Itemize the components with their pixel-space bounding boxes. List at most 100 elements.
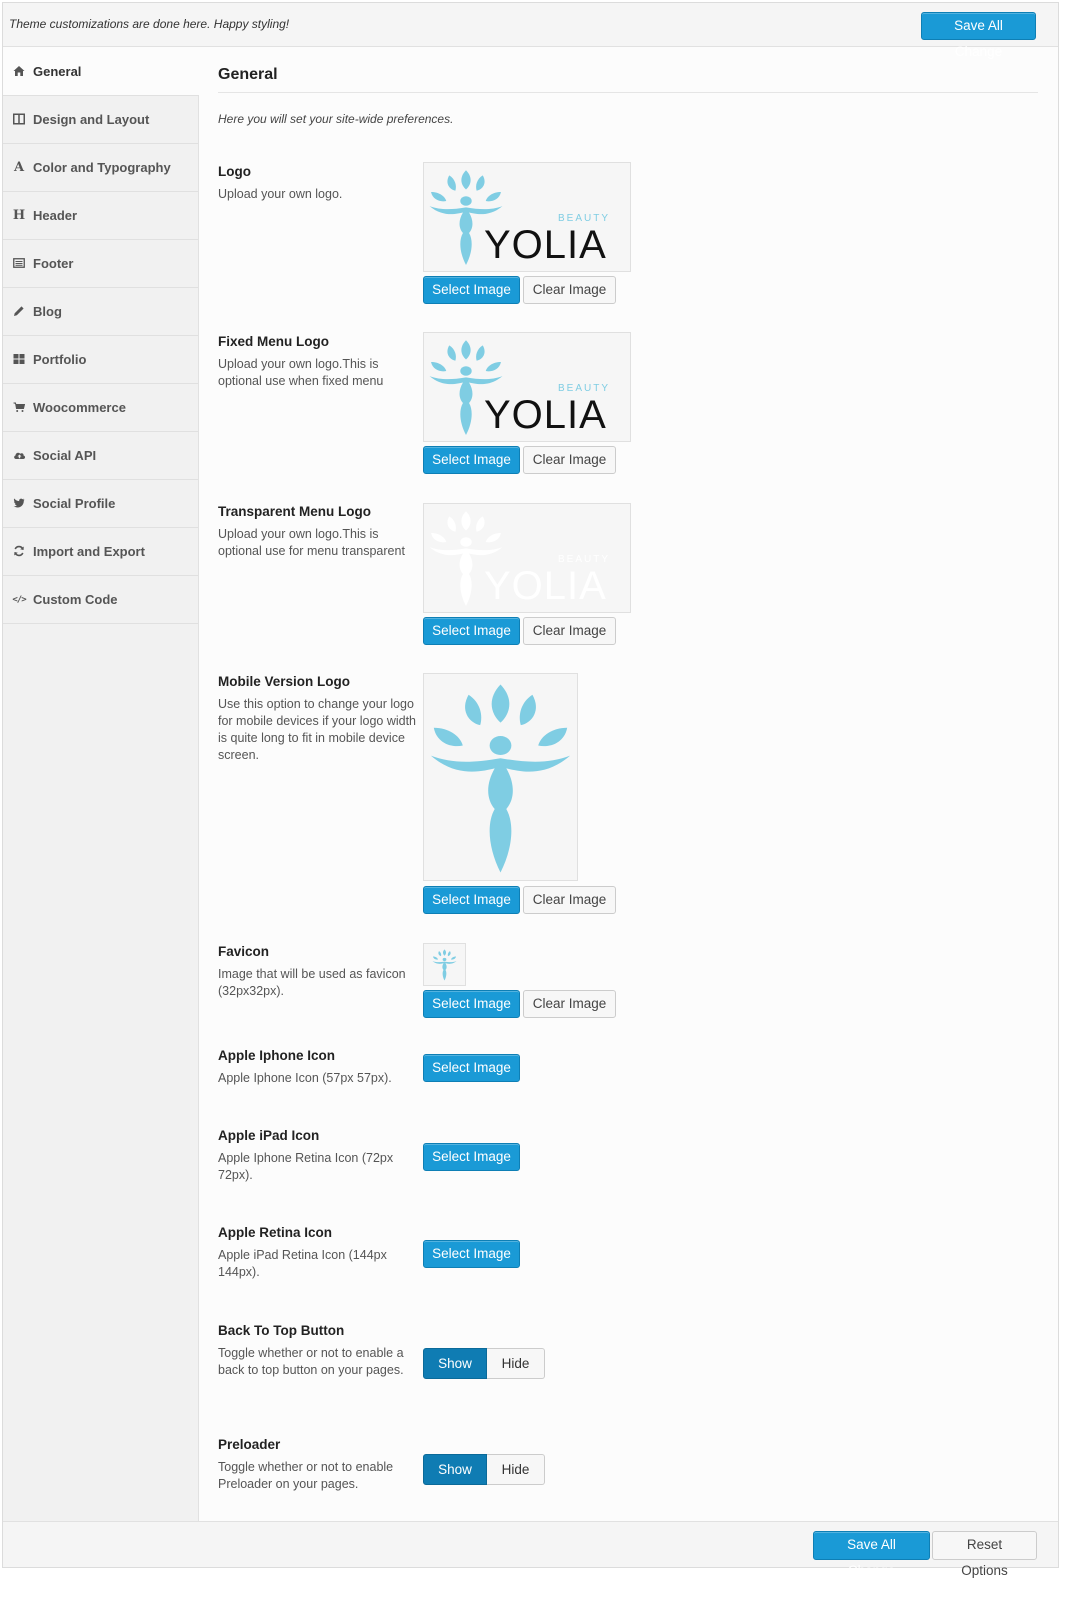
save-all-button-bottom[interactable]: Save All Change [813,1531,930,1578]
title-divider [218,92,1038,93]
option-apple-ipad-icon: Apple iPad Icon Apple Iphone Retina Icon… [218,1128,418,1184]
option-back-to-top: Back To Top Button Toggle whether or not… [218,1323,418,1379]
option-mobile-logo: Mobile Version Logo Use this option to c… [218,674,418,764]
sidebar-item-social-api[interactable]: Social API [3,432,198,480]
retina-icon-controls: Select Image [423,1240,520,1268]
clear-image-button[interactable]: Clear Image [523,446,616,474]
grid-icon [12,353,26,367]
fixed-logo-preview: BEAUTY YOLIA [423,332,631,442]
sidebar-item-import-export[interactable]: Import and Export [3,528,198,576]
fixed-logo-controls: Select Image Clear Image [423,446,616,474]
option-title: Fixed Menu Logo [218,334,329,349]
sidebar-item-label: Woocommerce [33,400,126,415]
sidebar-item-custom-code[interactable]: </> Custom Code [3,576,198,624]
select-image-button[interactable]: Select Image [423,446,520,474]
pencil-icon [12,305,26,319]
option-favicon: Favicon Image that will be used as favic… [218,944,418,1000]
option-description: Image that will be used as favicon (32px… [218,967,406,998]
show-toggle-button[interactable]: Show [423,1348,487,1379]
hide-toggle-button[interactable]: Hide [487,1348,545,1379]
select-image-button[interactable]: Select Image [423,1143,520,1171]
logo-wordmark: YOLIA [484,564,607,608]
back-to-top-toggle: Show Hide [423,1348,545,1379]
header-message: Theme customizations are done here. Happ… [9,17,290,31]
hide-toggle-button[interactable]: Hide [487,1454,545,1485]
header-icon: H [12,208,26,223]
refresh-icon [12,545,26,559]
sidebar-item-label: Blog [33,304,62,319]
logo-preview: BEAUTY YOLIA [423,162,631,272]
option-fixed-menu-logo: Fixed Menu Logo Upload your own logo.Thi… [218,334,418,390]
clear-image-button[interactable]: Clear Image [523,276,616,304]
favicon-preview [423,943,466,986]
logo-wordmark: YOLIA [484,223,607,267]
twitter-icon [12,497,26,511]
select-image-button[interactable]: Select Image [423,1054,520,1082]
option-title: Transparent Menu Logo [218,504,372,519]
logo-controls: Select Image Clear Image [423,276,616,304]
transparent-logo-preview: BEAUTY YOLIA [423,503,631,613]
sidebar-item-label: Custom Code [33,592,118,607]
option-preloader: Preloader Toggle whether or not to enabl… [218,1437,418,1493]
reset-options-button[interactable]: Reset Options [932,1531,1037,1578]
page-subtitle: Here you will set your site-wide prefere… [218,112,454,126]
ipad-icon-controls: Select Image [423,1143,520,1171]
sidebar-item-design-layout[interactable]: Design and Layout [3,96,198,144]
mobile-logo-controls: Select Image Clear Image [423,886,616,914]
cloud-upload-icon [12,449,26,463]
select-image-button[interactable]: Select Image [423,886,520,914]
sidebar-item-header[interactable]: H Header [3,192,198,240]
select-image-button[interactable]: Select Image [423,617,520,645]
mobile-logo-preview [423,673,578,881]
option-title: Apple Iphone Icon [218,1048,335,1063]
option-title: Favicon [218,944,270,959]
sidebar-item-label: Import and Export [33,544,145,559]
sidebar-item-woocommerce[interactable]: Woocommerce [3,384,198,432]
clear-image-button[interactable]: Clear Image [523,990,616,1018]
sidebar-item-label: Design and Layout [33,112,150,127]
font-icon: A [13,160,25,175]
options-panel: Theme customizations are done here. Happ… [2,2,1059,1578]
sidebar-item-blog[interactable]: Blog [3,288,198,336]
show-toggle-button[interactable]: Show [423,1454,487,1485]
sidebar-item-label: Social Profile [33,496,116,511]
sidebar-item-portfolio[interactable]: Portfolio [3,336,198,384]
sidebar-item-social-profile[interactable]: Social Profile [3,480,198,528]
option-title: Back To Top Button [218,1323,345,1338]
option-description: Upload your own logo. [218,187,343,201]
option-description: Apple Iphone Retina Icon (72px 72px). [218,1151,394,1182]
sidebar-item-color-typography[interactable]: A Color and Typography [3,144,198,192]
sidebar-item-label: Footer [33,256,74,271]
clear-image-button[interactable]: Clear Image [523,886,616,914]
select-image-button[interactable]: Select Image [423,990,520,1018]
option-description: Upload your own logo.This is optional us… [218,357,384,388]
select-image-button[interactable]: Select Image [423,276,520,304]
sidebar-item-general[interactable]: General [3,48,199,96]
sidebar-item-label: General [33,64,82,79]
option-description: Apple Iphone Icon (57px 57px). [218,1071,392,1085]
option-description: Toggle whether or not to enable Preloade… [218,1460,394,1491]
option-transparent-menu-logo: Transparent Menu Logo Upload your own lo… [218,504,418,560]
columns-icon [12,113,26,127]
option-title: Apple Retina Icon [218,1225,333,1240]
option-title: Apple iPad Icon [218,1128,320,1143]
option-logo: Logo Upload your own logo. [218,164,418,203]
logo-wordmark: YOLIA [484,393,607,437]
option-description: Apple iPad Retina Icon (144px 144px). [218,1248,387,1279]
select-image-button[interactable]: Select Image [423,1240,520,1268]
sidebar-item-label: Portfolio [33,352,87,367]
preloader-toggle: Show Hide [423,1454,545,1485]
save-all-button-top[interactable]: Save All Change [921,12,1036,59]
sidebar-item-label: Social API [33,448,97,463]
option-apple-retina-icon: Apple Retina Icon Apple iPad Retina Icon… [218,1225,418,1281]
option-title: Preloader [218,1437,281,1452]
top-bar: Theme customizations are done here. Happ… [3,3,1058,59]
clear-image-button[interactable]: Clear Image [523,617,616,645]
cart-icon [12,401,26,415]
option-description: Toggle whether or not to enable a back t… [218,1346,404,1377]
sidebar-item-footer[interactable]: Footer [3,240,198,288]
code-icon: </> [12,595,26,605]
sidebar: General Design and Layout A Color and Ty… [3,48,199,1521]
option-description: Use this option to change your logo for … [218,697,417,762]
option-title: Mobile Version Logo [218,674,351,689]
